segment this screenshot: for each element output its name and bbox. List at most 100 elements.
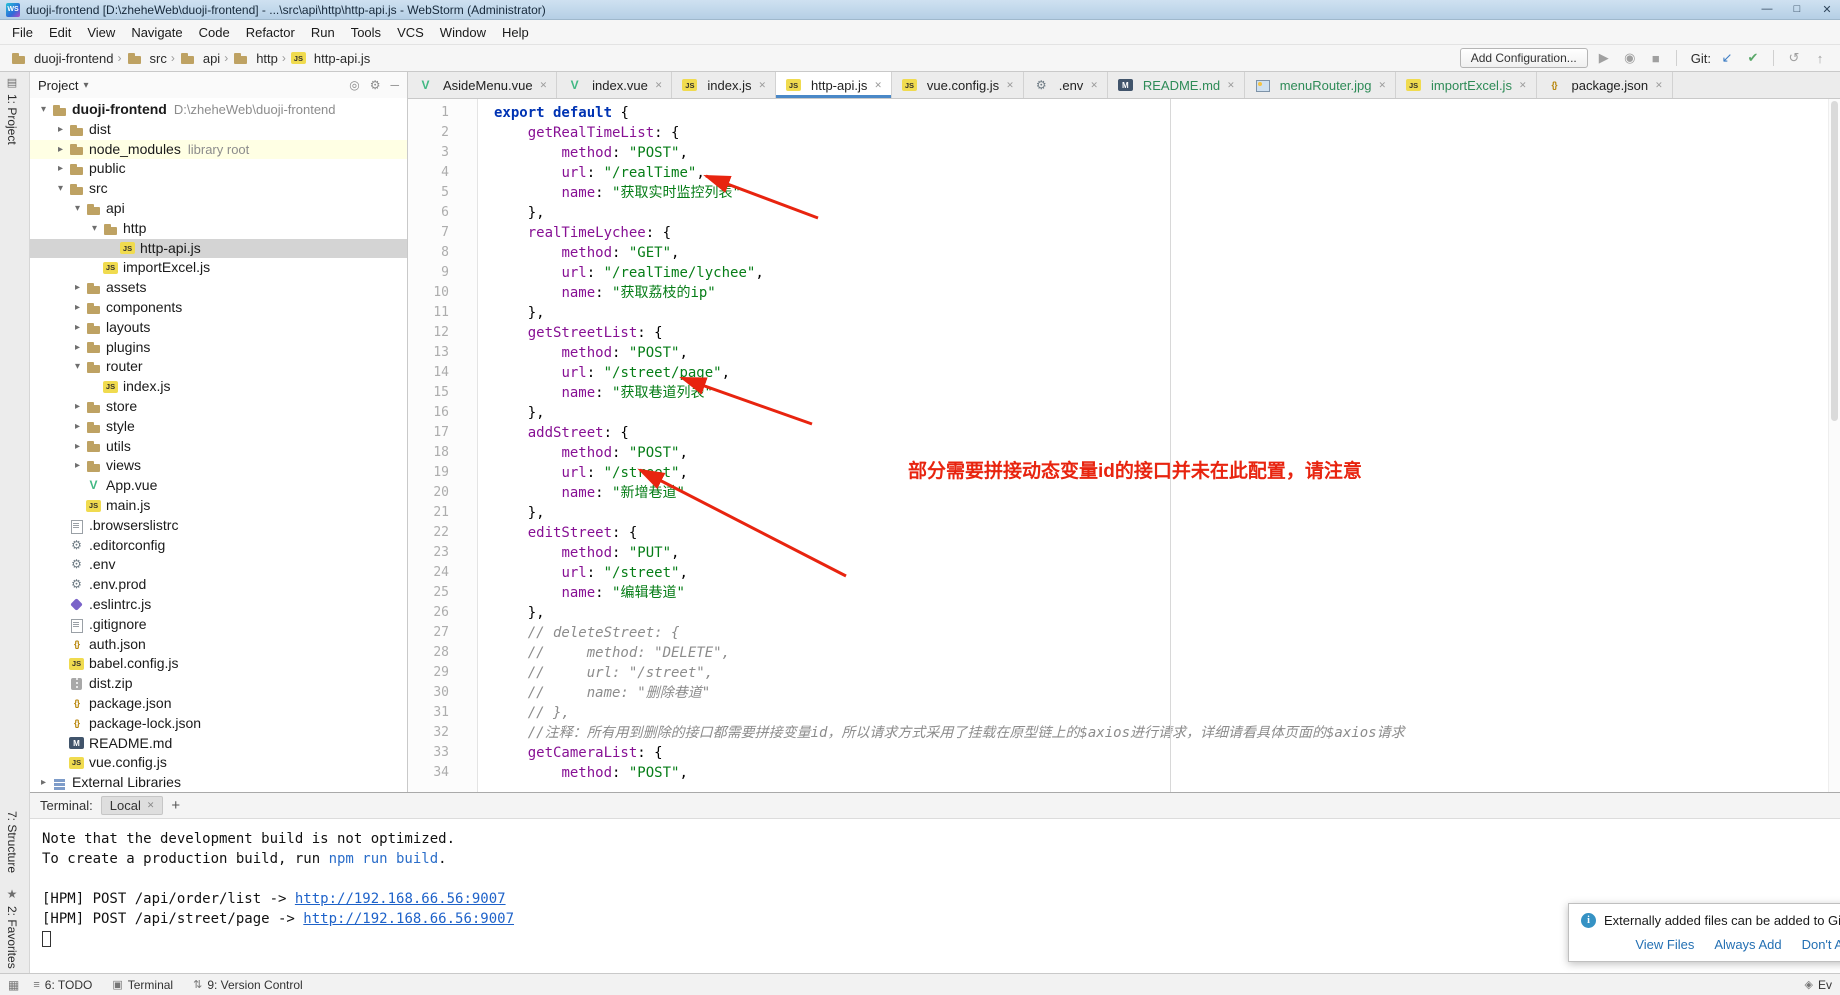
tree-item-readme-md[interactable]: README.md bbox=[30, 734, 407, 754]
breadcrumb-item-duoji-frontend[interactable]: duoji-frontend bbox=[10, 50, 114, 66]
stripe-favorites-button[interactable]: 2: Favorites bbox=[5, 887, 19, 969]
chevron-right-icon[interactable] bbox=[70, 456, 85, 476]
hide-panel-icon[interactable] bbox=[390, 78, 399, 92]
notification-action-don-t-ask-agai[interactable]: Don't Ask Agai bbox=[1802, 937, 1840, 952]
tree-item-external-libraries[interactable]: External Libraries bbox=[30, 773, 407, 792]
tree-item-plugins[interactable]: plugins bbox=[30, 338, 407, 358]
tree-item-layouts[interactable]: layouts bbox=[30, 318, 407, 338]
breadcrumb-item-api[interactable]: api bbox=[179, 50, 220, 66]
statusbar-terminal[interactable]: Terminal bbox=[112, 978, 173, 992]
close-tab-icon[interactable] bbox=[540, 80, 548, 91]
settings-gear-icon[interactable] bbox=[370, 78, 381, 92]
scrollbar-thumb[interactable] bbox=[1831, 101, 1838, 421]
chevron-down-icon[interactable] bbox=[83, 80, 88, 91]
tree-item-editorconfig[interactable]: .editorconfig bbox=[30, 536, 407, 556]
terminal-link[interactable]: http://192.168.66.56:9007 bbox=[303, 911, 514, 927]
tree-item-http[interactable]: http bbox=[30, 219, 407, 239]
close-tab-icon[interactable] bbox=[758, 80, 766, 91]
tree-item-package-json[interactable]: package.json bbox=[30, 694, 407, 714]
status-bar-right[interactable]: Ev bbox=[1805, 978, 1832, 992]
tab-vue-config-js[interactable]: vue.config.js bbox=[892, 72, 1024, 98]
close-tab-icon[interactable] bbox=[1090, 80, 1098, 91]
locate-file-icon[interactable] bbox=[349, 78, 359, 92]
tree-item-browserslistrc[interactable]: .browserslistrc bbox=[30, 516, 407, 536]
history-icon[interactable] bbox=[1784, 50, 1804, 66]
tree-item-env[interactable]: .env bbox=[30, 555, 407, 575]
tree-item-dist-zip[interactable]: dist.zip bbox=[30, 674, 407, 694]
menu-item-window[interactable]: Window bbox=[432, 22, 494, 43]
tab-http-api-js[interactable]: http-api.js bbox=[776, 72, 892, 98]
tree-item-package-lock-json[interactable]: package-lock.json bbox=[30, 714, 407, 734]
menu-item-run[interactable]: Run bbox=[303, 22, 343, 43]
chevron-down-icon[interactable] bbox=[36, 100, 51, 120]
notification-action-view-files[interactable]: View Files bbox=[1635, 937, 1694, 952]
chevron-right-icon[interactable] bbox=[70, 437, 85, 457]
menu-item-edit[interactable]: Edit bbox=[41, 22, 79, 43]
close-tab-icon[interactable] bbox=[1227, 80, 1235, 91]
terminal-link[interactable]: http://192.168.66.56:9007 bbox=[295, 891, 506, 907]
tree-item-components[interactable]: components bbox=[30, 298, 407, 318]
tree-item-index-js[interactable]: index.js bbox=[30, 377, 407, 397]
debug-icon[interactable] bbox=[1620, 50, 1640, 66]
close-icon[interactable] bbox=[1820, 3, 1834, 16]
menu-item-tools[interactable]: Tools bbox=[343, 22, 389, 43]
tab-readme-md[interactable]: README.md bbox=[1108, 72, 1245, 98]
tree-item-utils[interactable]: utils bbox=[30, 437, 407, 457]
chevron-down-icon[interactable] bbox=[87, 219, 102, 239]
chevron-right-icon[interactable] bbox=[70, 278, 85, 298]
maximize-icon[interactable] bbox=[1790, 3, 1804, 16]
tree-item-app-vue[interactable]: App.vue bbox=[30, 476, 407, 496]
new-terminal-icon[interactable] bbox=[171, 797, 180, 814]
notification-action-always-add[interactable]: Always Add bbox=[1714, 937, 1781, 952]
breadcrumb-item-http[interactable]: http bbox=[232, 50, 278, 66]
tree-item-auth-json[interactable]: auth.json bbox=[30, 635, 407, 655]
tree-item-api[interactable]: api bbox=[30, 199, 407, 219]
menu-item-vcs[interactable]: VCS bbox=[389, 22, 432, 43]
menu-item-help[interactable]: Help bbox=[494, 22, 537, 43]
tree-item-dist[interactable]: dist bbox=[30, 120, 407, 140]
tree-item-router[interactable]: router bbox=[30, 357, 407, 377]
tree-item-views[interactable]: views bbox=[30, 456, 407, 476]
project-panel-title[interactable]: Project bbox=[38, 78, 78, 93]
tree-item-main-js[interactable]: main.js bbox=[30, 496, 407, 516]
close-tab-icon[interactable] bbox=[1378, 80, 1386, 91]
chevron-down-icon[interactable] bbox=[53, 179, 68, 199]
chevron-right-icon[interactable] bbox=[53, 140, 68, 160]
tab-env[interactable]: .env bbox=[1024, 72, 1108, 98]
tree-item-assets[interactable]: assets bbox=[30, 278, 407, 298]
tab-index-js[interactable]: index.js bbox=[672, 72, 776, 98]
push-icon[interactable] bbox=[1810, 51, 1830, 66]
chevron-right-icon[interactable] bbox=[70, 397, 85, 417]
menu-item-file[interactable]: File bbox=[4, 22, 41, 43]
statusbar-9-version-control[interactable]: 9: Version Control bbox=[193, 978, 303, 992]
breadcrumb-item-http-api-js[interactable]: http-api.js bbox=[290, 50, 370, 66]
tab-menurouter-jpg[interactable]: menuRouter.jpg bbox=[1245, 72, 1396, 98]
menu-item-navigate[interactable]: Navigate bbox=[123, 22, 190, 43]
tree-item-eslintrc-js[interactable]: .eslintrc.js bbox=[30, 595, 407, 615]
run-icon[interactable] bbox=[1594, 50, 1614, 66]
chevron-right-icon[interactable] bbox=[70, 417, 85, 437]
menu-item-view[interactable]: View bbox=[79, 22, 123, 43]
menu-item-code[interactable]: Code bbox=[191, 22, 238, 43]
tree-item-http-api-js[interactable]: http-api.js bbox=[30, 239, 407, 259]
close-terminal-tab-icon[interactable] bbox=[147, 800, 155, 811]
tab-asidemenu-vue[interactable]: AsideMenu.vue bbox=[408, 72, 557, 98]
menu-item-refactor[interactable]: Refactor bbox=[238, 22, 303, 43]
tree-item-store[interactable]: store bbox=[30, 397, 407, 417]
tab-index-vue[interactable]: index.vue bbox=[557, 72, 672, 98]
chevron-down-icon[interactable] bbox=[70, 199, 85, 219]
tree-item-babel-config-js[interactable]: babel.config.js bbox=[30, 654, 407, 674]
close-tab-icon[interactable] bbox=[1519, 80, 1527, 91]
close-tab-icon[interactable] bbox=[874, 80, 882, 91]
code-editor[interactable]: 1234567891011121314151617181920212223242… bbox=[408, 99, 1840, 792]
stripe-project-button[interactable]: 1: Project bbox=[5, 76, 19, 145]
tab-package-json[interactable]: package.json bbox=[1537, 72, 1673, 98]
tab-importexcel-js[interactable]: importExcel.js bbox=[1396, 72, 1536, 98]
tree-item-vue-config-js[interactable]: vue.config.js bbox=[30, 753, 407, 773]
chevron-right-icon[interactable] bbox=[53, 159, 68, 179]
breadcrumb-item-src[interactable]: src bbox=[126, 50, 167, 66]
chevron-right-icon[interactable] bbox=[53, 120, 68, 140]
close-tab-icon[interactable] bbox=[655, 80, 663, 91]
stripe-structure-button[interactable]: 7: Structure bbox=[5, 811, 19, 873]
close-tab-icon[interactable] bbox=[1006, 80, 1014, 91]
